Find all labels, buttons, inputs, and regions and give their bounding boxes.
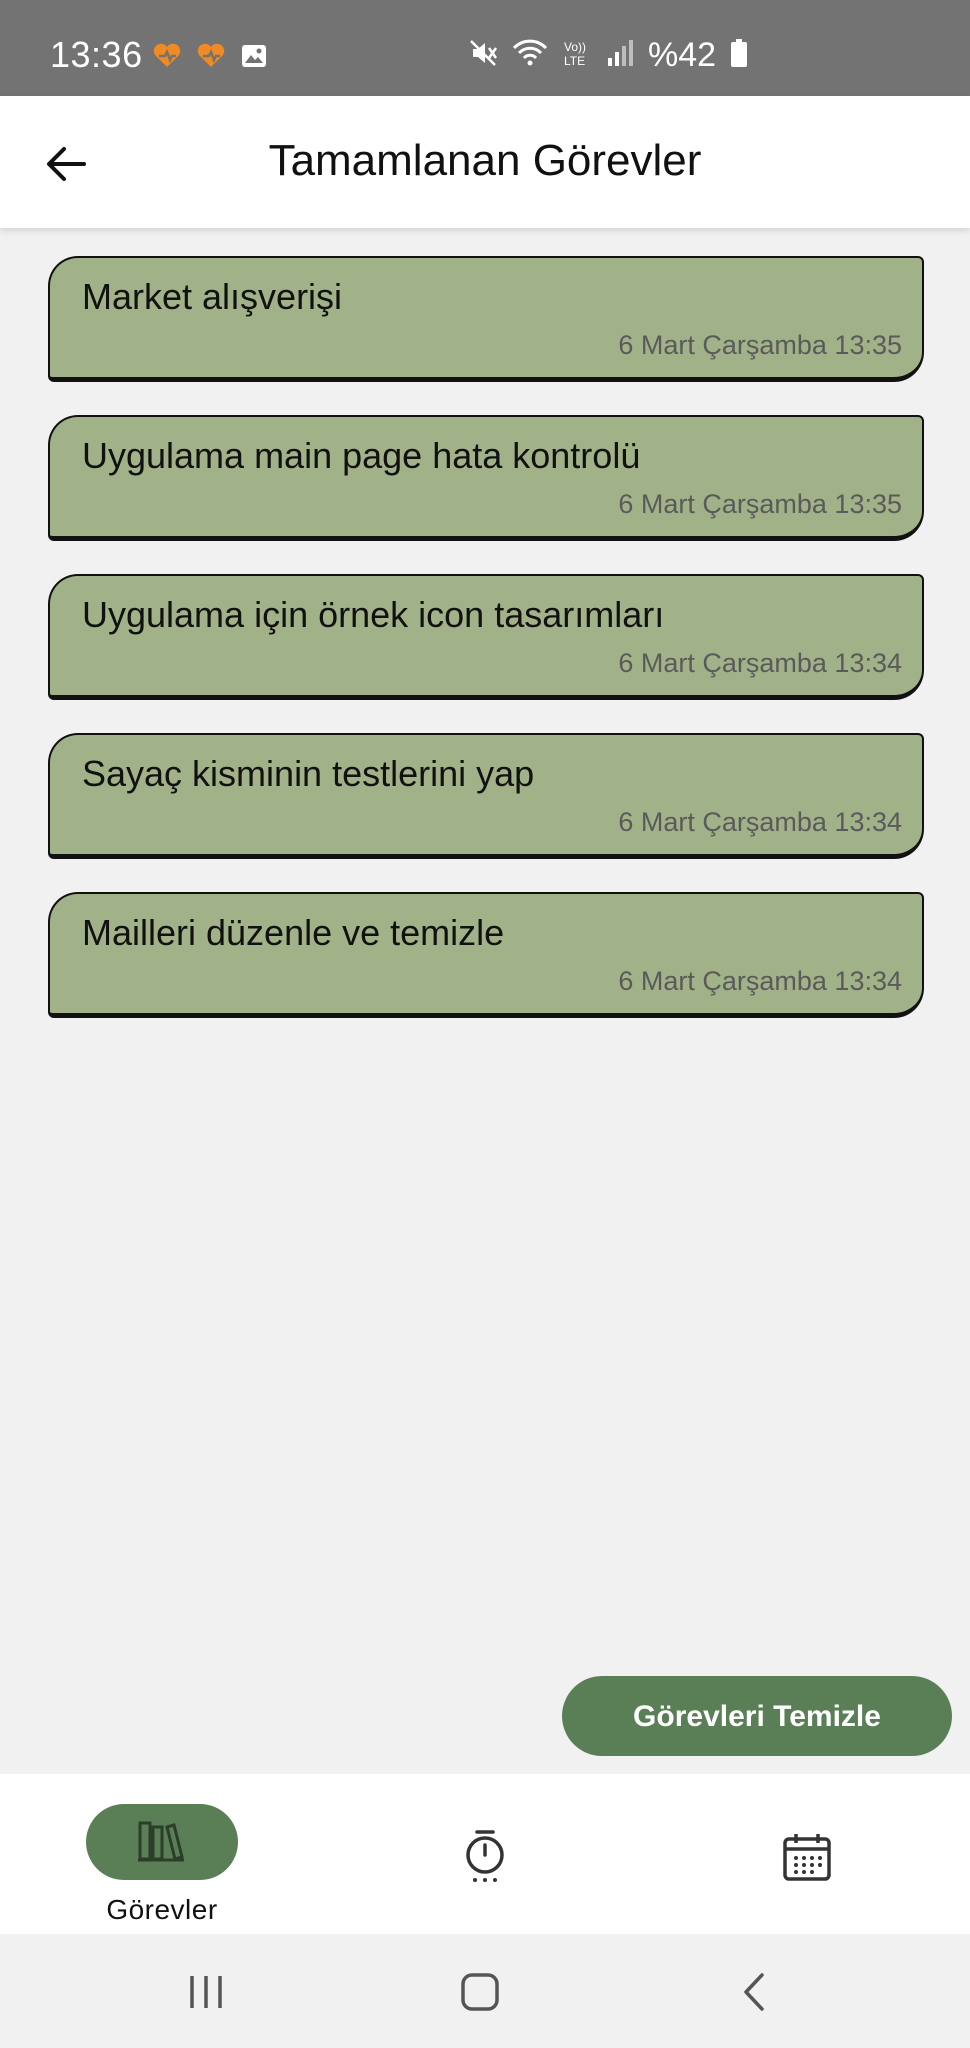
task-title: Uygulama main page hata kontrolü <box>82 435 641 476</box>
task-date: 6 Mart Çarşamba 13:35 <box>618 330 902 360</box>
completed-task-list: Market alışverişi 6 Mart Çarşamba 13:35 … <box>48 256 924 1051</box>
system-back-icon[interactable] <box>738 1972 768 2017</box>
bottom-nav: Görevler <box>0 1774 970 1934</box>
task-date: 6 Mart Çarşamba 13:34 <box>618 966 902 996</box>
books-icon <box>136 1817 188 1868</box>
task-title: Market alışverişi <box>82 276 343 317</box>
task-title: Sayaç kisminin testlerini yap <box>82 753 535 794</box>
nav-active-indicator <box>86 1804 238 1880</box>
image-icon <box>240 43 268 74</box>
nav-item-timer[interactable] <box>385 1774 585 1934</box>
task-date: 6 Mart Çarşamba 13:34 <box>618 648 902 678</box>
task-card[interactable]: Uygulama main page hata kontrolü 6 Mart … <box>48 415 924 541</box>
notification-heart-icon <box>152 43 182 74</box>
task-title: Uygulama için örnek icon tasarımları <box>82 594 665 635</box>
recent-apps-icon[interactable] <box>186 1974 226 2015</box>
svg-text:Vo)): Vo)) <box>564 40 586 54</box>
app-header: Tamamlanan Görevler <box>0 96 970 228</box>
mute-icon <box>468 38 498 73</box>
volte-icon: Vo)) LTE <box>562 38 592 73</box>
notification-icons <box>152 43 268 74</box>
task-card[interactable]: Uygulama için örnek icon tasarımları 6 M… <box>48 574 924 700</box>
clear-tasks-button[interactable]: Görevleri Temizle <box>562 1676 952 1756</box>
calendar-icon <box>782 1832 832 1887</box>
home-icon[interactable] <box>460 1972 500 2017</box>
system-nav-bar <box>0 1934 970 2048</box>
task-card[interactable]: Mailleri düzenle ve temizle 6 Mart Çarşa… <box>48 892 924 1018</box>
task-card[interactable]: Sayaç kisminin testlerini yap 6 Mart Çar… <box>48 733 924 859</box>
signal-icon <box>606 38 634 73</box>
stopwatch-icon <box>461 1828 509 1889</box>
svg-text:LTE: LTE <box>564 54 585 68</box>
page-title: Tamamlanan Görevler <box>268 136 702 185</box>
nav-item-calendar[interactable] <box>708 1774 908 1934</box>
task-date: 6 Mart Çarşamba 13:35 <box>618 489 902 519</box>
task-date: 6 Mart Çarşamba 13:34 <box>618 807 902 837</box>
nav-label-tasks: Görevler <box>106 1894 218 1925</box>
wifi-icon <box>512 38 548 73</box>
task-title: Mailleri düzenle ve temizle <box>82 912 505 953</box>
task-card[interactable]: Market alışverişi 6 Mart Çarşamba 13:35 <box>48 256 924 382</box>
battery-icon <box>730 38 748 73</box>
notification-heart-icon <box>196 43 226 74</box>
battery-percent: %42 <box>648 36 717 74</box>
nav-item-tasks[interactable]: Görevler <box>0 1774 324 1934</box>
status-bar: 13:36 Vo)) LTE %42 <box>0 0 970 96</box>
status-right: Vo)) LTE %42 <box>468 36 748 75</box>
status-time: 13:36 <box>50 34 143 75</box>
